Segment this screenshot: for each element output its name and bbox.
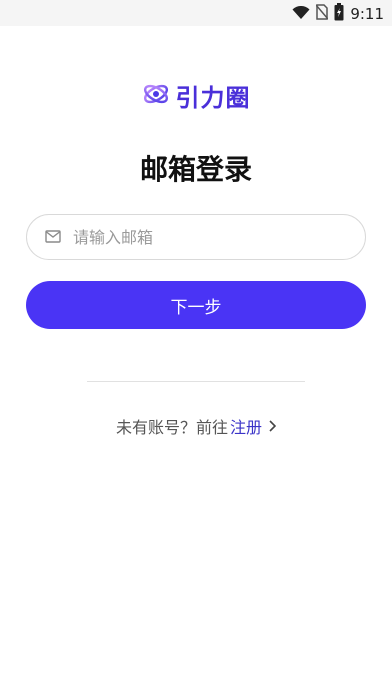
- app-logo: 引力圈: [0, 78, 392, 113]
- status-bar: 9:11: [0, 0, 392, 26]
- no-account-text: 未有账号？前往: [115, 418, 228, 437]
- mail-icon: [45, 228, 61, 247]
- status-icons: 9:11: [292, 3, 384, 25]
- logo-icon: [142, 81, 170, 111]
- page-title: 邮箱登录: [139, 153, 252, 186]
- divider: [87, 381, 305, 382]
- chevron-right-icon[interactable]: [268, 420, 277, 432]
- logo-text: 引力圈: [175, 84, 251, 112]
- register-link[interactable]: 注册: [230, 414, 262, 438]
- email-input[interactable]: [71, 226, 335, 248]
- email-field[interactable]: [26, 214, 366, 260]
- wifi-icon: [292, 5, 310, 24]
- status-time: 9:11: [350, 5, 384, 23]
- login-screen: 引力圈 邮箱登录 下一步 未有账号？前往 注册: [0, 26, 392, 696]
- no-sim-icon: [315, 4, 329, 24]
- next-button[interactable]: 下一步: [26, 281, 366, 329]
- battery-icon: [334, 3, 344, 25]
- register-prompt: 未有账号？前往 注册: [0, 414, 392, 438]
